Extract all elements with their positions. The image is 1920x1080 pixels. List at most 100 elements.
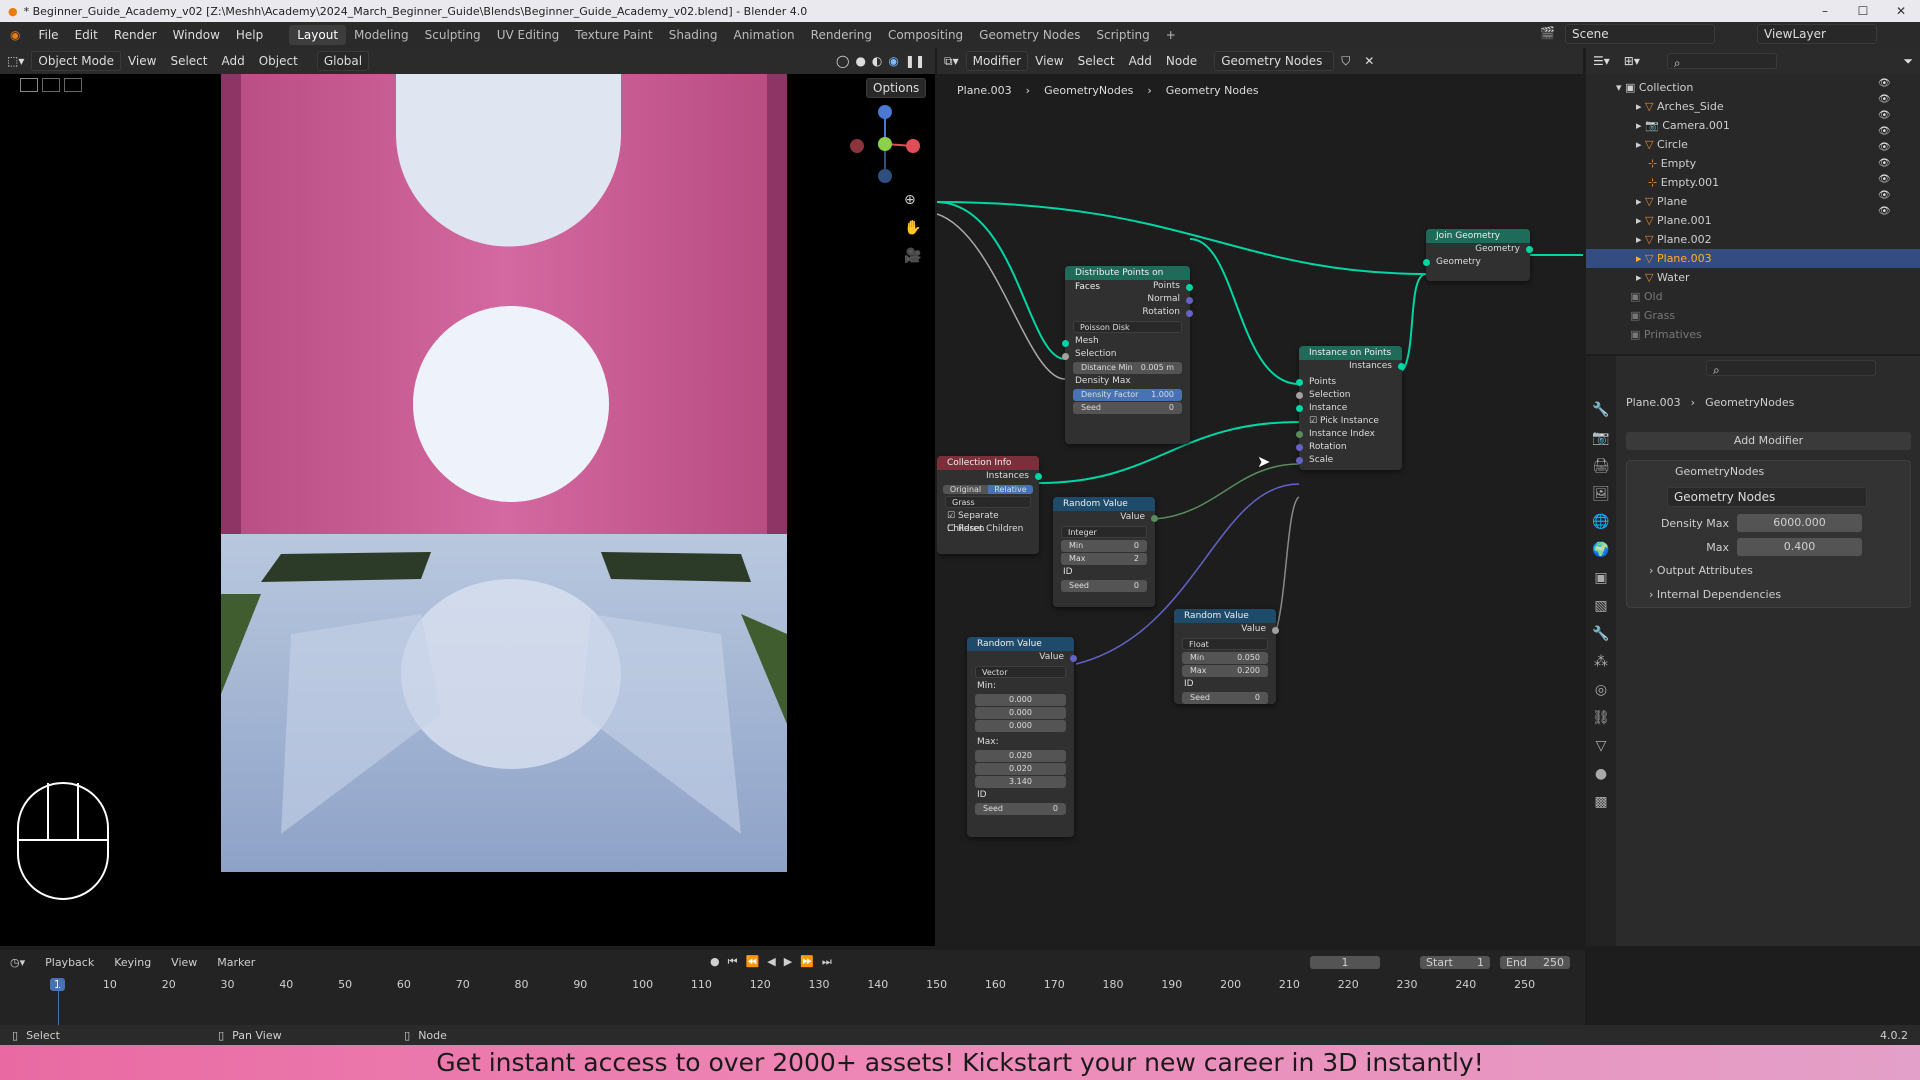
node-header[interactable]: Random Value bbox=[1053, 497, 1155, 511]
select-box-tool-icon[interactable] bbox=[20, 78, 38, 92]
node-header[interactable]: Distribute Points on Faces bbox=[1065, 266, 1190, 292]
record-icon[interactable]: ● bbox=[710, 955, 720, 969]
seed-field[interactable]: Seed 0 bbox=[1182, 692, 1268, 704]
tab-scripting[interactable]: Scripting bbox=[1088, 25, 1157, 45]
texture-tab-icon[interactable]: ▩ bbox=[1586, 788, 1616, 816]
tab-uv-editing[interactable]: UV Editing bbox=[489, 25, 568, 45]
outliner-row[interactable]: ▸ ▽ Water bbox=[1586, 268, 1920, 287]
density-max-field[interactable]: 6000.000 bbox=[1737, 514, 1862, 532]
socket-output[interactable] bbox=[1398, 363, 1405, 370]
outliner-row[interactable]: ▸ ▽ Arches_Side bbox=[1586, 97, 1920, 116]
output-tab-icon[interactable]: 🖨 bbox=[1586, 452, 1616, 480]
ne-menu-add[interactable]: Add bbox=[1122, 54, 1159, 68]
material-tab-icon[interactable]: ● bbox=[1586, 760, 1616, 788]
object-mode-dropdown[interactable]: Object Mode bbox=[31, 51, 121, 71]
socket-output[interactable] bbox=[1186, 284, 1193, 291]
socket-output[interactable] bbox=[1070, 655, 1077, 662]
select-subtract-icon[interactable] bbox=[64, 78, 82, 92]
socket-input[interactable] bbox=[1423, 259, 1430, 266]
shading-solid-icon[interactable]: ● bbox=[855, 54, 865, 68]
min-field[interactable]: Min 0.050 bbox=[1182, 652, 1268, 664]
jump-end-icon[interactable]: ⏭ bbox=[822, 955, 832, 969]
socket-input[interactable] bbox=[1296, 392, 1303, 399]
socket-input[interactable] bbox=[1296, 444, 1303, 451]
next-key-icon[interactable]: ⏩ bbox=[800, 955, 814, 969]
reset-children-checkbox[interactable]: ☐ Reset Children bbox=[937, 523, 1039, 536]
pick-instance-checkbox[interactable]: ☑ Pick Instance bbox=[1299, 415, 1402, 428]
outliner-row[interactable]: ▸ ▽ Circle bbox=[1586, 135, 1920, 154]
timeline-ruler[interactable]: 1102030405060708090100110120130140150160… bbox=[0, 978, 1585, 998]
outliner-row[interactable]: ▸ ▽ Plane.002 bbox=[1586, 230, 1920, 249]
display-mode-icon[interactable]: ⊞▾ bbox=[1617, 54, 1647, 68]
node-random-value-vector[interactable]: Random Value Value Vector Min: 0.000 0.0… bbox=[967, 637, 1077, 837]
method-dropdown[interactable]: Poisson Disk bbox=[1073, 321, 1182, 333]
end-frame-field[interactable]: End 250 bbox=[1500, 955, 1570, 969]
max-z-field[interactable]: 3.140 bbox=[975, 776, 1066, 788]
eye-icon[interactable]: 👁 bbox=[1878, 142, 1891, 153]
tab-texture-paint[interactable]: Texture Paint bbox=[567, 25, 660, 45]
min-field[interactable]: Min 0 bbox=[1061, 540, 1147, 552]
timeline[interactable]: ◷▾ Playback Keying View Marker ● ⏮ ⏪ ◀ ▶ ⏩ ⏭ 1… bbox=[0, 950, 1585, 1030]
minimize-button[interactable]: – bbox=[1806, 0, 1844, 22]
node-collection-info[interactable]: Collection Info Instances Original Relat… bbox=[937, 456, 1042, 554]
socket-input[interactable] bbox=[1296, 405, 1303, 412]
outliner-row-selected[interactable]: ▸ ▽ Plane.003 bbox=[1586, 249, 1920, 268]
tab-layout[interactable]: Layout bbox=[289, 25, 347, 45]
menu-window[interactable]: Window bbox=[165, 28, 228, 42]
outliner-row-collection[interactable]: ▾ ▣ Collection bbox=[1586, 78, 1920, 97]
outliner-row[interactable]: ▣ Grass bbox=[1586, 306, 1920, 325]
socket-input[interactable] bbox=[1296, 457, 1303, 464]
start-frame-field[interactable]: Start 1 bbox=[1420, 955, 1490, 969]
blender-menu-icon[interactable]: ◉ bbox=[0, 28, 30, 42]
pan-hand-icon[interactable]: ✋ bbox=[904, 220, 921, 236]
filter-icon[interactable]: ⏷ bbox=[1896, 54, 1920, 69]
socket-output[interactable] bbox=[1186, 297, 1193, 304]
tab-shading[interactable]: Shading bbox=[661, 25, 726, 45]
outliner-row[interactable]: ▣ Primatives bbox=[1586, 325, 1920, 344]
modifier-tab-icon[interactable]: 🔧 bbox=[1586, 620, 1616, 648]
node-header[interactable]: Instance on Points bbox=[1299, 346, 1402, 360]
transform-orientation-dropdown[interactable]: Global bbox=[316, 51, 370, 71]
node-header[interactable]: Random Value bbox=[967, 637, 1074, 651]
node-distribute-points[interactable]: Distribute Points on Faces Points Normal… bbox=[1062, 266, 1193, 444]
shading-material-icon[interactable]: ◐ bbox=[872, 54, 882, 68]
distance-min-field[interactable]: Distance Min 0.005 m bbox=[1073, 362, 1182, 374]
jump-start-icon[interactable]: ⏮ bbox=[728, 955, 738, 969]
eye-icon[interactable]: 👁 bbox=[1878, 174, 1891, 185]
tab-sculpting[interactable]: Sculpting bbox=[417, 25, 489, 45]
scene-selector[interactable]: Scene bbox=[1565, 24, 1715, 44]
max-field[interactable]: Max 2 bbox=[1061, 553, 1147, 565]
node-editor-type-icon[interactable]: ⧉▾ bbox=[937, 54, 966, 69]
timeline-menu-marker[interactable]: Marker bbox=[207, 956, 265, 969]
eye-icon[interactable]: 👁 bbox=[1878, 206, 1891, 217]
outliner-row[interactable]: ▣ Old bbox=[1586, 287, 1920, 306]
original-toggle[interactable]: Original bbox=[943, 485, 988, 494]
vp-menu-add[interactable]: Add bbox=[214, 54, 251, 68]
eye-icon[interactable]: 👁 bbox=[1878, 158, 1891, 169]
outliner-row[interactable]: ▸ ▽ Plane bbox=[1586, 192, 1920, 211]
density-factor-field[interactable]: Density Factor 1.000 bbox=[1073, 389, 1182, 401]
view-layer-tab-icon[interactable]: 🖼 bbox=[1586, 480, 1616, 508]
node-header[interactable]: Random Value bbox=[1174, 609, 1276, 623]
camera-view-icon[interactable]: 🎥 bbox=[904, 248, 921, 264]
maximize-button[interactable]: ☐ bbox=[1844, 0, 1882, 22]
menu-render[interactable]: Render bbox=[106, 28, 165, 42]
outliner-row[interactable]: ⊹ Empty bbox=[1586, 154, 1920, 173]
node-group-selector[interactable]: Geometry Nodes bbox=[1667, 487, 1867, 507]
socket-output[interactable] bbox=[1272, 627, 1279, 634]
type-dropdown[interactable]: Integer bbox=[1061, 526, 1147, 538]
socket-output[interactable] bbox=[1526, 246, 1533, 253]
prev-key-icon[interactable]: ⏪ bbox=[746, 955, 760, 969]
add-workspace-button[interactable]: + bbox=[1158, 25, 1184, 45]
max-field[interactable]: Max 0.200 bbox=[1182, 665, 1268, 677]
data-tab-icon[interactable]: ▽ bbox=[1586, 732, 1616, 760]
min-z-field[interactable]: 0.000 bbox=[975, 720, 1066, 732]
socket-input[interactable] bbox=[1062, 340, 1069, 347]
add-modifier-button[interactable]: Add Modifier bbox=[1626, 432, 1911, 450]
node-join-geometry[interactable]: Join Geometry Geometry Geometry bbox=[1423, 229, 1533, 281]
outliner-row[interactable]: ⊹ Empty.001 bbox=[1586, 173, 1920, 192]
node-random-value-float[interactable]: Random Value Value Float Min 0.050 Max 0.2… bbox=[1174, 609, 1279, 704]
max-x-field[interactable]: 0.020 bbox=[975, 750, 1066, 762]
node-random-value-integer[interactable]: Random Value Value Integer Min 0 Max 2 ID … bbox=[1053, 497, 1158, 607]
playhead[interactable] bbox=[58, 978, 59, 1028]
